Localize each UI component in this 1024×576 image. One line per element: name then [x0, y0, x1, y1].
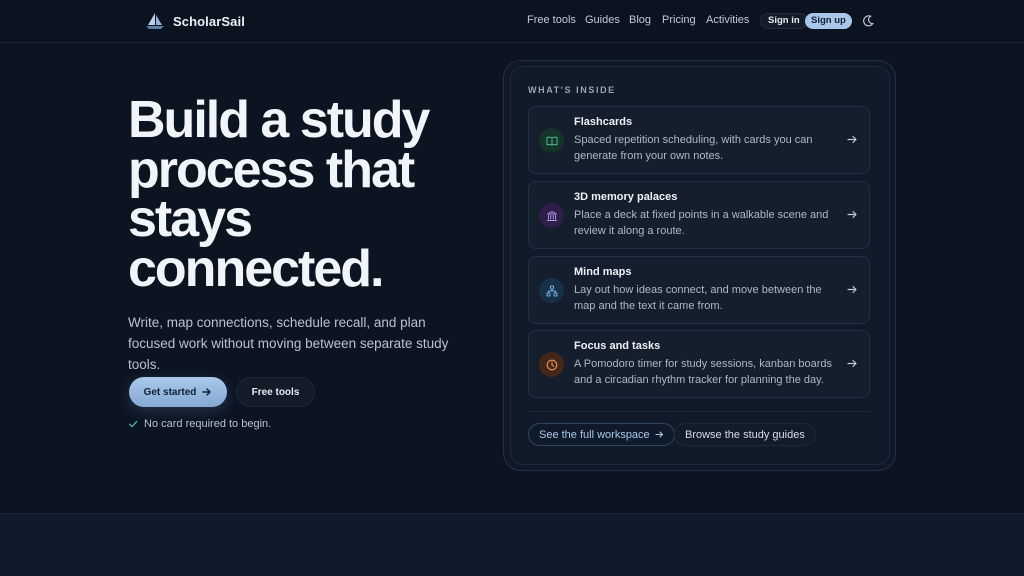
sign-up-button[interactable]: Sign up — [805, 13, 852, 29]
hero-title-line: process that — [128, 140, 415, 199]
building-icon — [546, 210, 557, 221]
full-workspace-link[interactable]: See the full workspace — [528, 423, 675, 446]
moon-icon[interactable] — [861, 14, 875, 28]
hero-subtitle: Write, map connections, schedule recall,… — [128, 315, 449, 372]
hero-title-line: connected. — [128, 239, 385, 298]
free-tools-button[interactable]: Free tools — [236, 377, 315, 407]
network-icon — [546, 285, 557, 296]
hero-title-line: Build a study — [128, 91, 430, 149]
card-label: WHAT'S INSIDE — [528, 85, 616, 95]
feature-focus-tasks[interactable]: Focus and tasks A Pomodoro timer for stu… — [528, 330, 870, 398]
feature-icon-badge — [539, 278, 564, 303]
nav-free-tools[interactable]: Free tools — [527, 14, 576, 26]
full-workspace-label: See the full workspace — [539, 428, 650, 441]
check-icon — [128, 420, 138, 428]
feature-icon-badge — [539, 128, 564, 153]
next-section — [0, 513, 1024, 576]
arrow-right-icon — [202, 388, 212, 396]
no-card-note: No card required to begin. — [128, 418, 271, 430]
card-divider — [528, 411, 870, 412]
feature-description: Lay out how ideas connect, and move betw… — [574, 284, 822, 312]
feature-title: Focus and tasks — [574, 340, 661, 352]
no-card-text: No card required to begin. — [144, 418, 272, 430]
hero-title: Build a study process that stays connect… — [128, 91, 468, 298]
book-icon — [546, 136, 557, 146]
nav-guides[interactable]: Guides — [585, 14, 620, 26]
feature-icon-badge — [539, 203, 564, 228]
get-started-label: Get started — [143, 386, 197, 398]
feature-title: Flashcards — [574, 116, 633, 128]
study-guides-link[interactable]: Browse the study guides — [674, 423, 816, 446]
brand-name: ScholarSail — [173, 13, 245, 29]
nav-activities[interactable]: Activities — [706, 14, 749, 26]
nav-blog[interactable]: Blog — [629, 14, 651, 26]
arrow-right-icon — [655, 431, 663, 438]
feature-memory-palaces[interactable]: 3D memory palaces Place a deck at fixed … — [528, 181, 870, 249]
brand-logo[interactable]: ScholarSail — [145, 11, 245, 31]
hero-title-line: stays — [128, 190, 253, 248]
arrow-right-icon — [847, 359, 857, 368]
arrow-right-icon — [847, 135, 857, 144]
feature-icon-badge — [539, 352, 564, 377]
clock-icon — [546, 359, 557, 370]
feature-mind-maps[interactable]: Mind maps Lay out how ideas connect, and… — [528, 256, 870, 324]
sign-in-button[interactable]: Sign in — [760, 13, 808, 29]
site-header: ScholarSail Free tools Guides Blog Prici… — [0, 0, 1024, 43]
nav-pricing[interactable]: Pricing — [662, 14, 696, 26]
get-started-button[interactable]: Get started — [129, 377, 227, 407]
feature-title: 3D memory palaces — [574, 191, 678, 203]
feature-flashcards[interactable]: Flashcards Spaced repetition scheduling,… — [528, 106, 870, 174]
arrow-right-icon — [847, 210, 857, 219]
sailboat-icon — [146, 13, 164, 29]
feature-description: A Pomodoro timer for study sessions, kan… — [574, 358, 833, 386]
feature-title: Mind maps — [574, 266, 632, 278]
feature-description: Place a deck at fixed points in a walkab… — [574, 209, 829, 237]
arrow-right-icon — [847, 285, 857, 294]
feature-description: Spaced repetition scheduling, with cards… — [574, 134, 813, 162]
